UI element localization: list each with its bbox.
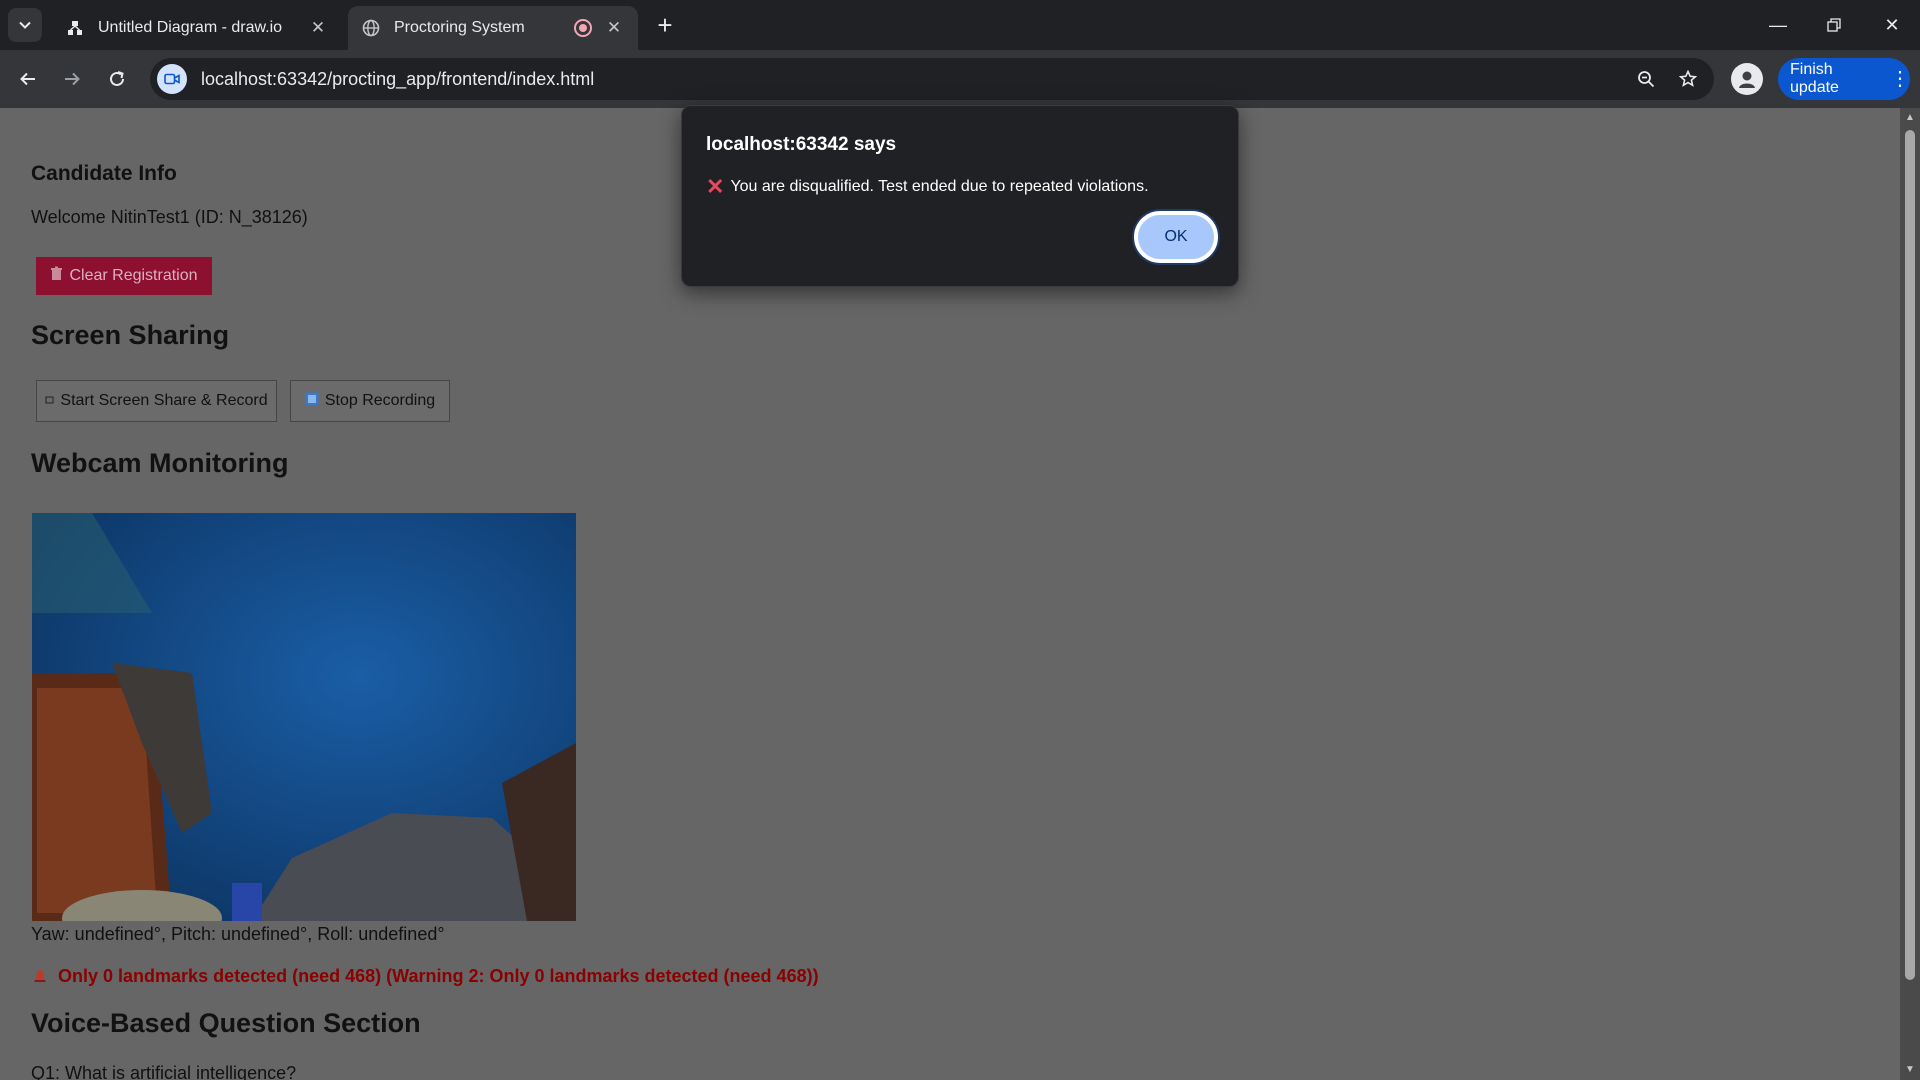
welcome-text: Welcome NitinTest1 (ID: N_38126)	[31, 207, 308, 227]
dialog-message-text: You are disqualified. Test ended due to …	[730, 178, 1149, 195]
ok-button[interactable]: OK	[1134, 211, 1218, 263]
page-scrollbar[interactable]: ▲ ▼	[1900, 108, 1920, 1080]
dialog-message: ✕ You are disqualified. Test ended due t…	[706, 174, 1149, 200]
finish-update-label: Finish update	[1790, 61, 1839, 96]
chevron-down-icon	[19, 21, 31, 29]
start-screen-share-label: Start Screen Share & Record	[60, 392, 268, 409]
stop-recording-label: Stop Recording	[324, 392, 436, 409]
finish-update-button[interactable]: Finish update ⋮	[1778, 58, 1910, 100]
tab-proctoring[interactable]: Proctoring System ✕	[348, 6, 638, 50]
more-menu-icon[interactable]: ⋮	[1890, 69, 1910, 89]
zoom-icon[interactable]	[1630, 63, 1662, 95]
start-screen-share-button[interactable]: Start Screen Share & Record	[36, 380, 277, 422]
tab-bar: Untitled Diagram - draw.io ✕ Proctoring …	[0, 0, 1920, 50]
tab-title: Proctoring System	[394, 19, 525, 36]
candidate-info-heading: Candidate Info	[31, 162, 177, 185]
clear-registration-label: Clear Registration	[69, 267, 198, 284]
alert-siren-icon	[33, 966, 52, 986]
close-window-icon[interactable]: ✕	[1864, 0, 1920, 50]
profile-avatar-icon[interactable]	[1731, 63, 1763, 95]
tab-search-button[interactable]	[8, 8, 42, 42]
star-icon[interactable]	[1672, 63, 1704, 95]
stop-recording-button[interactable]: Stop Recording	[290, 380, 450, 422]
new-tab-button[interactable]: +	[650, 10, 680, 40]
reload-icon[interactable]	[101, 63, 133, 95]
close-tab-icon[interactable]: ✕	[308, 18, 328, 38]
screen-sharing-heading: Screen Sharing	[31, 320, 230, 350]
webcam-monitoring-heading: Webcam Monitoring	[31, 448, 289, 478]
recording-indicator-icon	[574, 19, 592, 37]
camera-icon[interactable]	[157, 64, 187, 94]
tab-drawio[interactable]: Untitled Diagram - draw.io ✕	[52, 6, 342, 50]
landmark-warning: Only 0 landmarks detected (need 468) (Wa…	[33, 966, 819, 987]
address-bar[interactable]: localhost:63342/procting_app/frontend/in…	[150, 58, 1714, 100]
globe-icon	[362, 19, 380, 37]
stop-square-icon	[305, 392, 319, 411]
scroll-up-icon[interactable]: ▲	[1904, 112, 1916, 124]
scrollbar-thumb[interactable]	[1905, 130, 1915, 980]
close-tab-icon[interactable]: ✕	[604, 18, 624, 38]
screen-share-icon	[45, 392, 54, 410]
back-arrow-icon[interactable]	[12, 63, 44, 95]
restore-icon[interactable]	[1806, 0, 1862, 50]
trash-icon	[50, 266, 63, 286]
voice-question-heading: Voice-Based Question Section	[31, 1008, 421, 1038]
clear-registration-button[interactable]: Clear Registration	[36, 257, 212, 295]
url-text: localhost:63342/procting_app/frontend/in…	[201, 68, 595, 89]
webcam-video	[32, 513, 576, 921]
forward-arrow-icon[interactable]	[56, 63, 88, 95]
landmark-warning-text: Only 0 landmarks detected (need 468) (Wa…	[58, 966, 819, 986]
head-pose-readout: Yaw: undefined°, Pitch: undefined°, Roll…	[31, 924, 445, 944]
scroll-down-icon[interactable]: ▼	[1904, 1064, 1916, 1076]
dialog-title: localhost:63342 says	[706, 134, 897, 155]
alert-dialog: localhost:63342 says ✕ You are disqualif…	[681, 105, 1239, 287]
drawio-icon	[66, 19, 84, 37]
browser-toolbar: localhost:63342/procting_app/frontend/in…	[0, 50, 1920, 108]
question-text: Q1: What is artificial intelligence?	[31, 1063, 297, 1080]
minimize-icon[interactable]: —	[1750, 0, 1806, 50]
tab-title: Untitled Diagram - draw.io	[98, 19, 283, 36]
cross-mark-icon: ✕	[706, 174, 725, 199]
